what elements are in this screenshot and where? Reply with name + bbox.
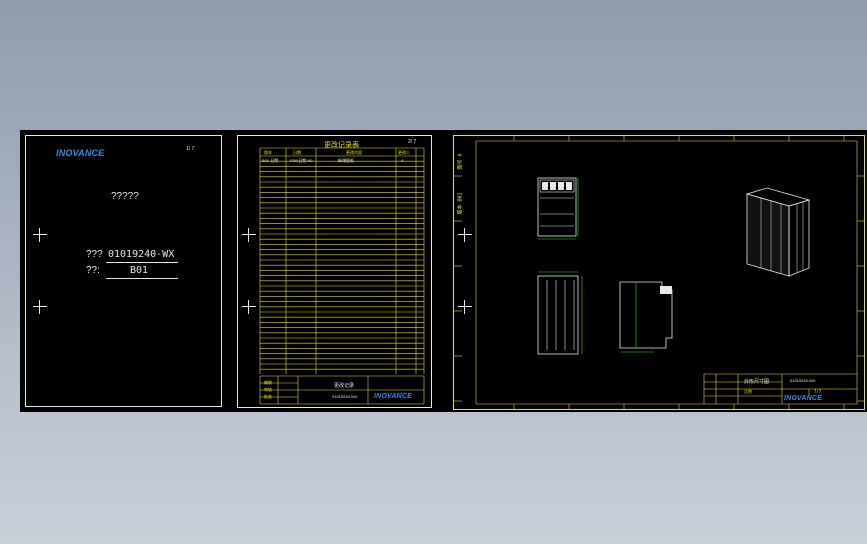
record-footer-label-check: 审核 — [264, 387, 272, 392]
cover-page-marks: 1/ 7 — [186, 146, 195, 152]
cover-code-value: 01019240-WX — [108, 249, 175, 260]
registration-cross-icon — [33, 300, 47, 314]
registration-cross-icon — [242, 228, 256, 242]
registration-cross-icon — [242, 300, 256, 314]
side-text-top: 图号 A — [457, 153, 464, 170]
cover-title: ????? — [111, 191, 139, 202]
registration-cross-icon — [33, 228, 47, 242]
record-footer-label-draft: 编制 — [264, 380, 272, 385]
title-block-sheet: 7/7 — [814, 389, 822, 394]
front-view-icon — [537, 177, 579, 240]
title-block-scale: 比例 — [744, 389, 752, 394]
cover-code-underline — [106, 262, 178, 263]
title-block-name: 外形尺寸图 — [744, 379, 770, 385]
cover-version-underline — [106, 278, 178, 279]
registration-cross-icon — [458, 300, 472, 314]
cover-brand-logo: INOVANCE — [56, 148, 105, 158]
record-sheet: 更改记录表 2/ 7 版本 日期 更改内容 更改人 B01 日期 FRN日期 N… — [237, 135, 432, 408]
record-footer-brand-logo: INOVANCE — [374, 393, 413, 400]
record-footer-code: 01019240-WX — [332, 394, 358, 399]
cover-code-label: ??? — [86, 249, 103, 260]
record-footer-label-approve: 批准 — [264, 394, 272, 399]
cover-sheet: INOVANCE 1/ 7 ????? ??? 01019240-WX ??: … — [25, 135, 222, 407]
side-front-view-icon — [537, 271, 583, 355]
side-text-mid: 版本 B01 — [457, 192, 464, 215]
title-block-code: 01019240-WX — [790, 378, 816, 383]
cover-version-label: ??: — [86, 265, 100, 276]
registration-cross-icon — [458, 228, 472, 242]
cover-version-value: B01 — [130, 265, 149, 276]
title-block-brand-logo: INOVANCE — [784, 395, 823, 402]
cad-canvas[interactable]: INOVANCE 1/ 7 ????? ??? 01019240-WX ??: … — [20, 130, 867, 412]
drawing-sheet: 图号 A 版本 B01 外形尺寸图 01019240-WX 比例 7/7 INO… — [453, 135, 865, 410]
record-table-grid — [259, 147, 425, 405]
side-view-icon — [619, 281, 673, 353]
isometric-view-icon — [745, 187, 811, 277]
record-footer-title: 更改记录 — [334, 383, 355, 389]
